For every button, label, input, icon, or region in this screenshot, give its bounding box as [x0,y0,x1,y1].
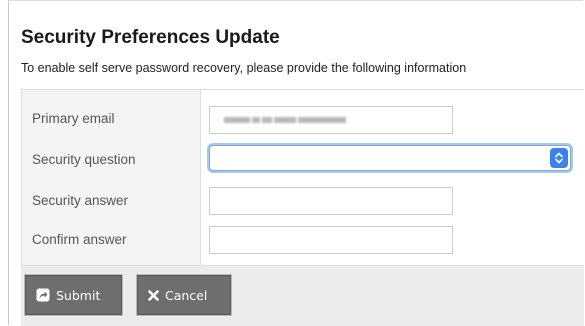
page-title: Security Preferences Update [21,27,280,48]
share-square-icon [36,288,50,302]
primary-email-value-obscured [224,117,348,123]
primary-email-field[interactable] [209,106,453,134]
security-preferences-panel: Security Preferences Update To enable se… [8,0,584,326]
cancel-button-label: Cancel [165,287,208,303]
primary-email-label: Primary email [32,111,115,126]
security-answer-field[interactable] [209,187,453,215]
select-updown-icon [550,148,568,168]
page-subtitle: To enable self serve password recovery, … [21,61,467,75]
submit-button[interactable]: Submit [24,274,123,316]
security-question-select[interactable] [209,145,571,171]
cancel-button[interactable]: Cancel [136,274,232,316]
x-icon [148,289,159,301]
security-question-label: Security question [32,152,136,167]
security-answer-label: Security answer [32,193,129,208]
confirm-answer-field[interactable] [209,226,453,254]
form-actions: Submit Cancel [21,265,584,326]
confirm-answer-label: Confirm answer [32,232,127,247]
submit-button-label: Submit [56,287,101,303]
security-form: Primary email Security question Security… [21,89,584,265]
